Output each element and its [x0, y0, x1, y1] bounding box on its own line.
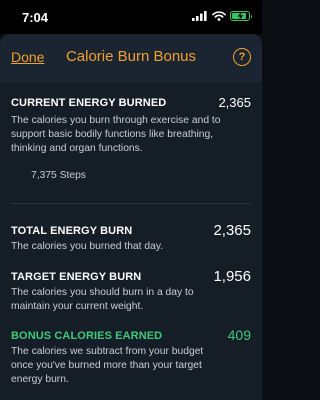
status-bar: 7:04: [0, 0, 262, 34]
page-title: Calorie Burn Bonus: [65, 48, 197, 65]
total-energy-value: 2,365: [213, 222, 251, 239]
total-energy-description: The calories you burned that day.: [11, 241, 164, 252]
status-icons: [192, 11, 252, 21]
section-divider: [11, 203, 251, 204]
calorie-burn-bonus-sheet: Done Calorie Burn Bonus ? CURRENT ENERGY…: [0, 34, 262, 400]
nav-bar: Done Calorie Burn Bonus ?: [0, 34, 262, 82]
charging-bolt-icon: [237, 12, 243, 20]
signal-icon: [192, 11, 207, 21]
battery-icon: [230, 11, 252, 21]
question-mark-icon: ?: [238, 51, 246, 63]
target-energy-description: The calories you should burn in a day to…: [11, 287, 194, 312]
steps-count: 7,375 Steps: [31, 170, 86, 181]
bonus-calories-description: The calories we subtract from your budge…: [11, 346, 204, 385]
target-energy-title: TARGET ENERGY BURN: [11, 271, 142, 283]
wifi-icon: [212, 11, 226, 21]
bonus-calories-title: BONUS CALORIES EARNED: [11, 330, 163, 342]
bonus-calories-value: 409: [227, 327, 251, 343]
current-energy-title: CURRENT ENERGY BURNED: [11, 97, 167, 109]
current-energy-description: The calories you burn through exercise a…: [11, 115, 221, 154]
help-button[interactable]: ?: [233, 48, 251, 66]
total-energy-title: TOTAL ENERGY BURN: [11, 225, 133, 237]
status-time: 7:04: [22, 10, 49, 25]
target-energy-value: 1,956: [213, 268, 251, 285]
current-energy-value: 2,365: [218, 95, 251, 110]
